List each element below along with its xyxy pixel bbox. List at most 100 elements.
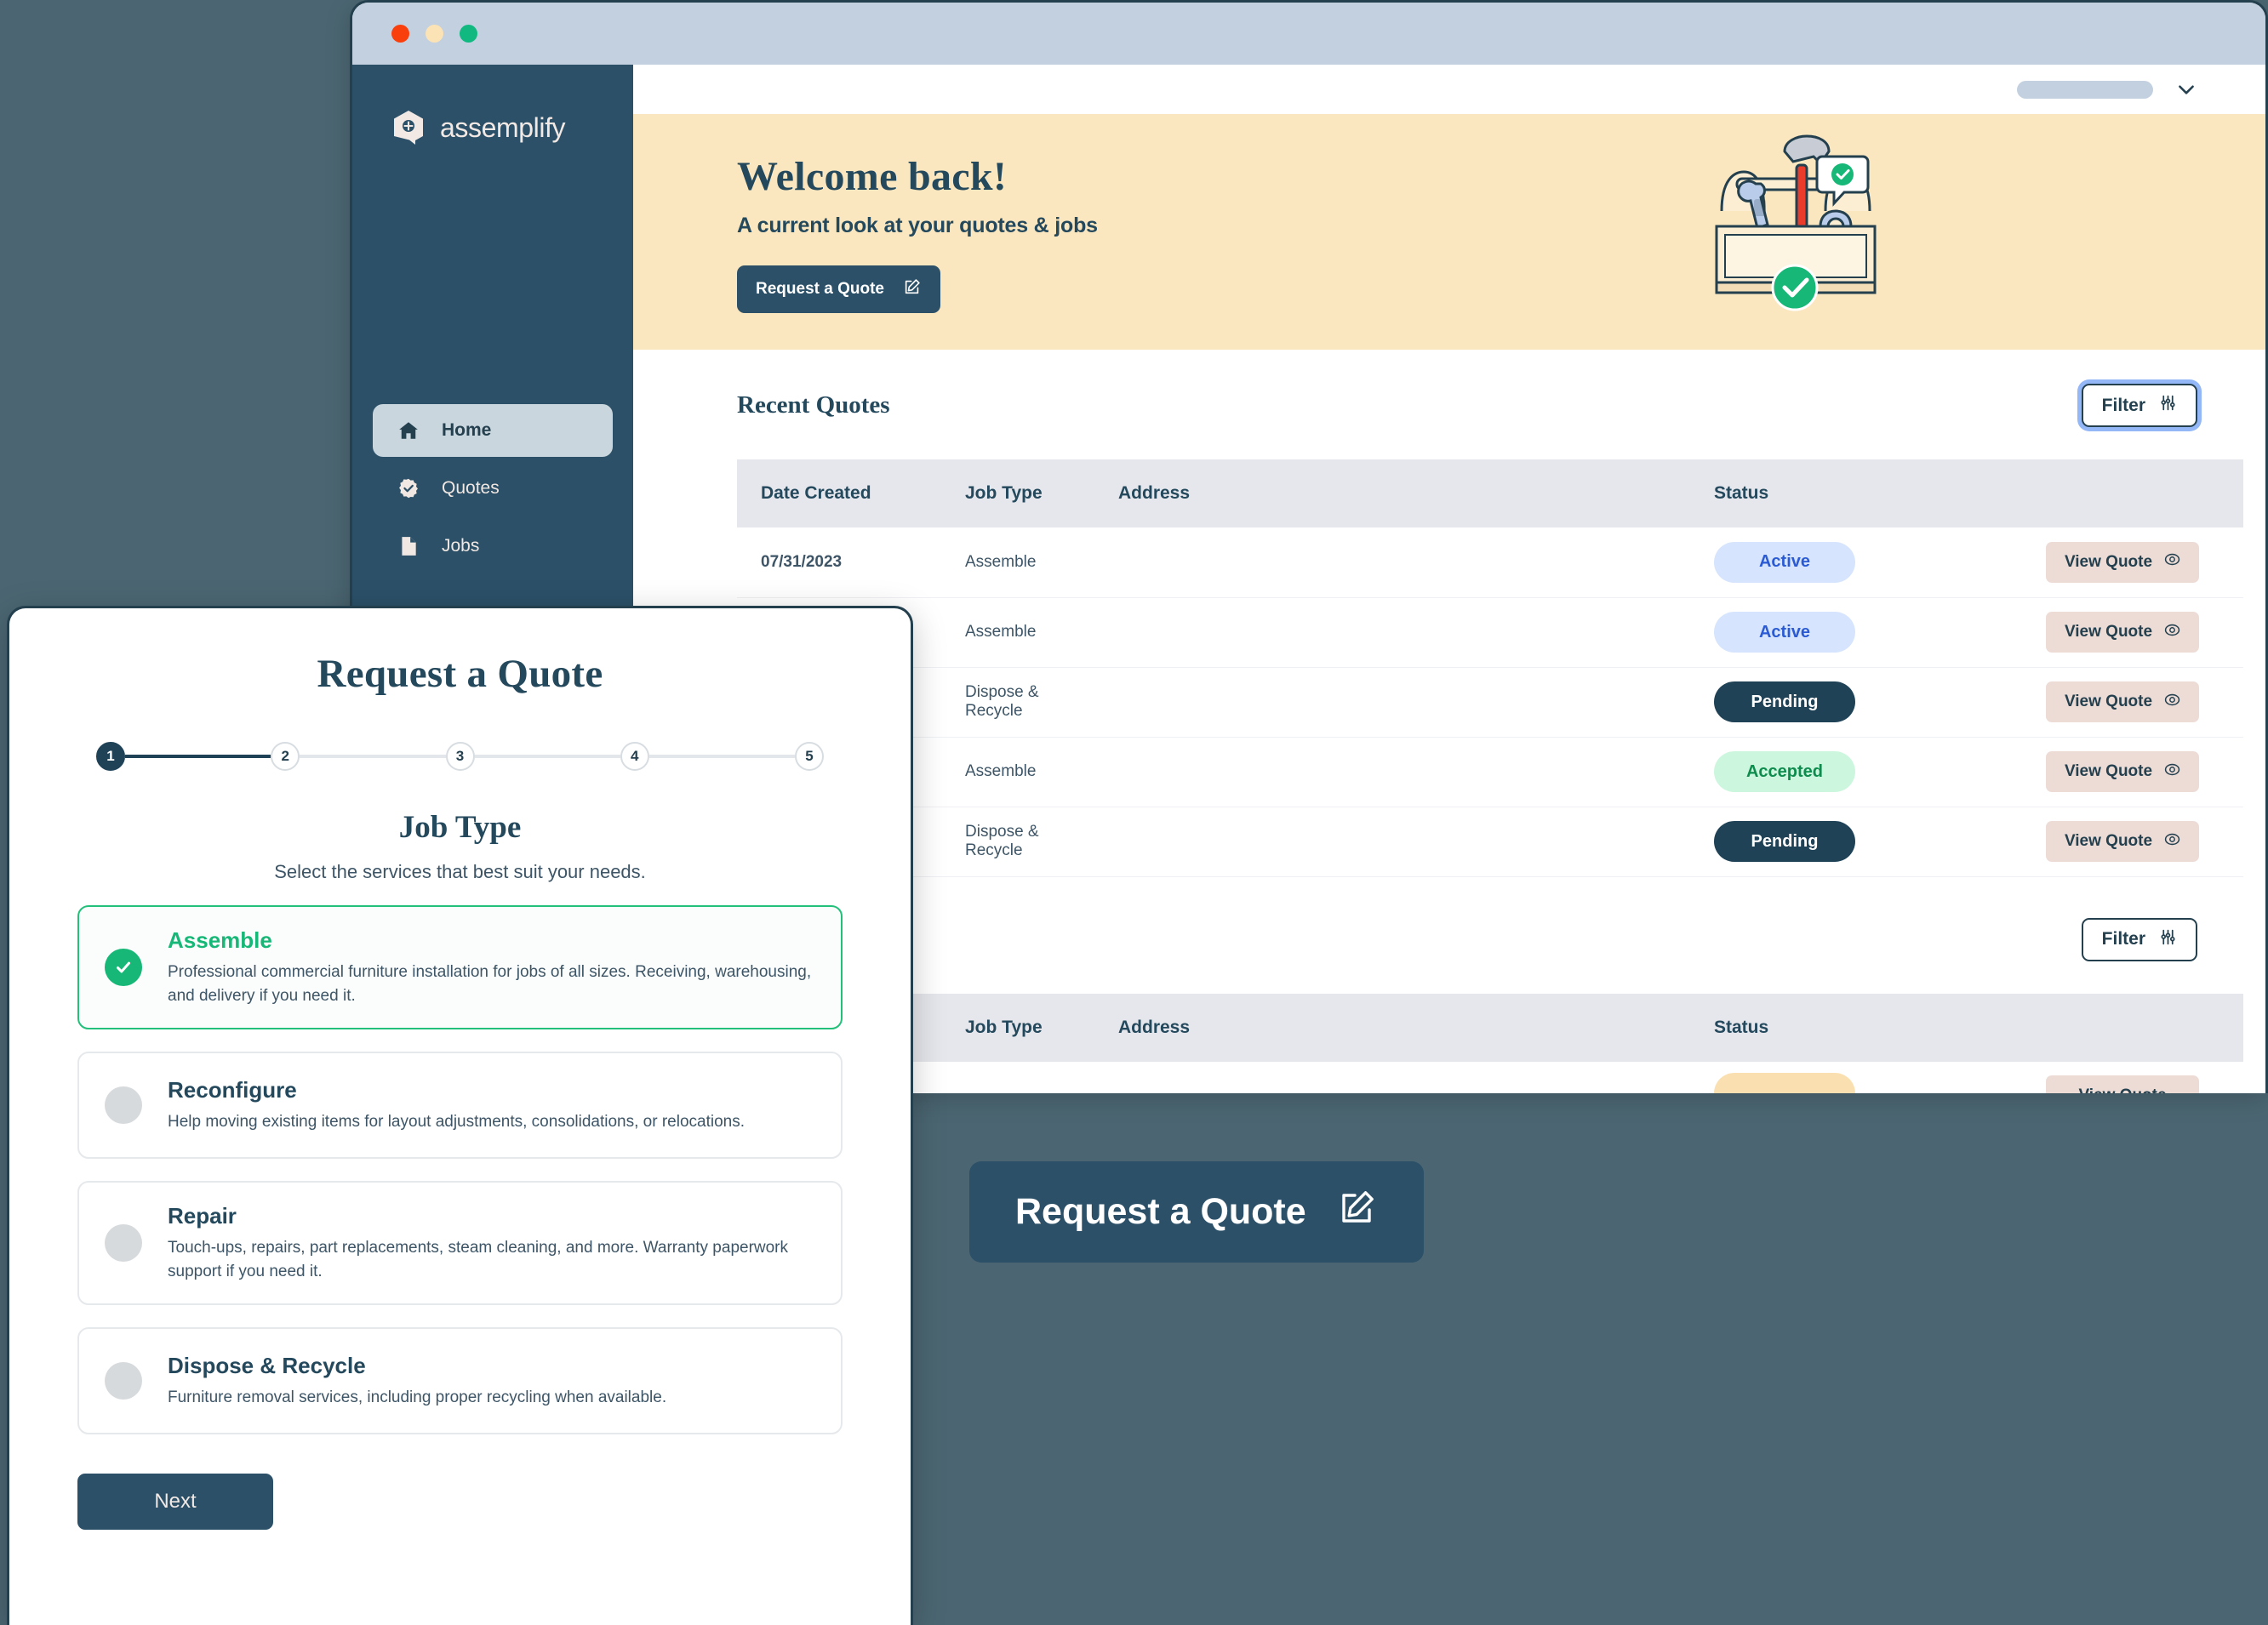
- option-description: Furniture removal services, including pr…: [168, 1388, 667, 1406]
- table-header: Job Type Address Status: [737, 993, 2243, 1062]
- stepper: 1 2 3 4 5: [96, 742, 824, 771]
- step-3[interactable]: 3: [445, 742, 475, 771]
- col-status: Status: [1690, 459, 2022, 527]
- brand-name: assemplify: [440, 111, 566, 143]
- sidebar-item-home[interactable]: Home: [373, 404, 613, 457]
- minimize-window-button[interactable]: [426, 25, 443, 43]
- table-header-row: Date Created Job Type Address Status: [737, 459, 2243, 527]
- table-row[interactable]: Dispose & Recycle Pending View Quote: [737, 667, 2243, 738]
- filter-button-quotes[interactable]: Filter: [2081, 384, 2197, 427]
- option-assemble[interactable]: Assemble Professional commercial furnitu…: [77, 905, 843, 1030]
- cell-status: Accepted: [1690, 737, 2022, 807]
- col-actions: [2022, 993, 2243, 1062]
- brand[interactable]: assemplify: [352, 111, 633, 145]
- sidebar-item-jobs[interactable]: Jobs: [373, 520, 613, 573]
- step-1[interactable]: 1: [96, 742, 125, 771]
- option-dispose-recycle[interactable]: Dispose & Recycle Furniture removal serv…: [77, 1327, 843, 1435]
- cell-action: View Quote: [2022, 737, 2243, 807]
- table-row[interactable]: Dispose & Recycle Pending View Quote: [737, 807, 2243, 877]
- view-quote-label: View Quote: [2064, 552, 2153, 571]
- eye-icon: [2164, 551, 2180, 573]
- window-titlebar: [352, 3, 2265, 65]
- cell-action: View Quote: [2022, 597, 2243, 668]
- welcome-banner: Welcome back! A current look at your quo…: [633, 114, 2265, 350]
- eye-icon: [2164, 761, 2180, 783]
- view-quote-button[interactable]: View Quote: [2046, 612, 2199, 653]
- view-quote-button[interactable]: View Quote: [2046, 821, 2199, 862]
- view-quote-label: View Quote: [2064, 832, 2153, 850]
- recent-quotes-header: Recent Quotes Filter: [737, 384, 2197, 427]
- sidebar-item-quotes[interactable]: Quotes: [373, 462, 613, 515]
- close-window-button[interactable]: [391, 25, 409, 43]
- second-table-header: Filter: [737, 917, 2197, 961]
- option-repair[interactable]: Repair Touch-ups, repairs, part replacem…: [77, 1181, 843, 1306]
- table-row[interactable]: Assemble Active View Quote: [737, 597, 2243, 668]
- option-reconfigure[interactable]: Reconfigure Help moving existing items f…: [77, 1052, 843, 1160]
- cell-address: [1094, 597, 1690, 668]
- cell-action: View Quote: [2022, 527, 2243, 598]
- request-a-quote-modal: Request a Quote 1 2 3 4 5 Job Type Selec…: [7, 606, 913, 1625]
- table-row[interactable]: 07/31/2023 Assemble Active View Quote: [737, 527, 2243, 598]
- view-quote-button[interactable]: View Quote: [2046, 541, 2199, 583]
- option-text: Dispose & Recycle Furniture removal serv…: [168, 1353, 666, 1410]
- radio-icon: [105, 1224, 142, 1263]
- request-a-quote-button[interactable]: Request a Quote: [737, 265, 940, 313]
- next-button[interactable]: Next: [77, 1474, 273, 1531]
- view-quote-button[interactable]: View Quote: [2046, 681, 2199, 722]
- cell-status: Pending: [1690, 807, 2022, 877]
- option-title: Assemble: [168, 927, 272, 953]
- cell-status: Active: [1690, 527, 2022, 598]
- step-line-3: [474, 755, 620, 758]
- step-2[interactable]: 2: [271, 742, 300, 771]
- document-icon: [396, 533, 421, 559]
- col-address: Address: [1094, 993, 1690, 1062]
- chevron-down-icon[interactable]: [2175, 78, 2197, 100]
- toolbox-illustration: [1693, 133, 1897, 320]
- option-title: Dispose & Recycle: [168, 1352, 366, 1378]
- account-name-placeholder: [2017, 80, 2153, 99]
- view-quote-label: View Quote: [2078, 1086, 2166, 1093]
- view-quote-label: View Quote: [2064, 693, 2153, 710]
- cell-status: Pending: [1690, 667, 2022, 738]
- cell-address: [1094, 667, 1690, 738]
- maximize-window-button[interactable]: [460, 25, 477, 43]
- col-job-type: Job Type: [941, 993, 1094, 1062]
- cell-job-type: Assemble: [941, 597, 1094, 668]
- request-a-quote-cta-button[interactable]: Request a Quote: [969, 1161, 1424, 1263]
- view-quote-label: View Quote: [2064, 623, 2153, 641]
- col-date-created: Date Created: [737, 459, 941, 527]
- cell-job-type: Dispose & Recycle: [941, 667, 1094, 738]
- option-text: Reconfigure Help moving existing items f…: [168, 1077, 745, 1134]
- request-a-quote-label: Request a Quote: [756, 279, 884, 298]
- option-title: Reconfigure: [168, 1076, 297, 1103]
- radio-icon: [105, 1362, 142, 1400]
- request-a-quote-cta-label: Request a Quote: [1015, 1191, 1306, 1232]
- check-circle-icon: [105, 949, 142, 987]
- modal-footer: Next: [77, 1474, 843, 1531]
- status-badge: Active: [1714, 612, 1855, 653]
- view-quote-button[interactable]: View Quote: [2046, 751, 2199, 792]
- assemplify-logo-icon: [393, 111, 424, 145]
- welcome-banner-text: Welcome back! A current look at your quo…: [737, 153, 1098, 313]
- sidebar-nav: Home Quotes Jobs: [352, 404, 633, 573]
- view-quote-button[interactable]: View Quote: [2046, 1075, 2199, 1093]
- option-title: Repair: [168, 1203, 237, 1229]
- filter-button-jobs[interactable]: Filter: [2081, 917, 2197, 961]
- cell-status: [1690, 1061, 2022, 1093]
- col-job-type: Job Type: [941, 459, 1094, 527]
- table-row[interactable]: View Quote: [737, 1061, 2243, 1093]
- page-subtitle: A current look at your quotes & jobs: [737, 213, 1098, 237]
- table-row[interactable]: Assemble Accepted View Quote: [737, 737, 2243, 807]
- col-actions: [2022, 459, 2243, 527]
- cell-job-type: Dispose & Recycle: [941, 807, 1094, 877]
- col-address: Address: [1094, 459, 1690, 527]
- modal-section-title: Job Type: [398, 810, 522, 845]
- topbar: [633, 65, 2265, 114]
- eye-icon: [2164, 622, 2180, 643]
- status-badge: Accepted: [1714, 751, 1855, 792]
- table-body: View Quote: [737, 1061, 2243, 1093]
- step-5[interactable]: 5: [795, 742, 824, 771]
- step-line-4: [648, 755, 795, 758]
- step-4[interactable]: 4: [620, 742, 649, 771]
- step-line-2: [300, 755, 446, 758]
